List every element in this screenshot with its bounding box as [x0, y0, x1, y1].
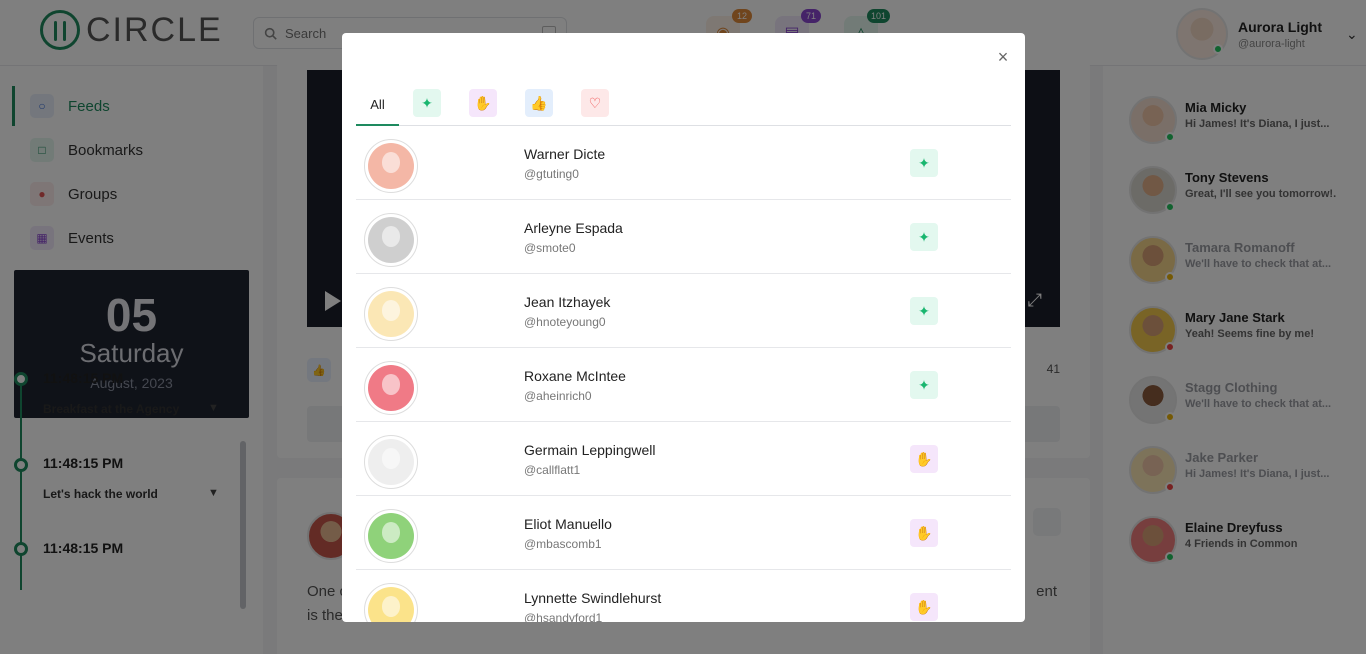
user-name: Warner Dicte: [524, 146, 606, 162]
hand-icon: ✋: [910, 519, 938, 547]
reaction-list[interactable]: Warner Dicte @gtuting0 ✦ Arleyne Espada …: [356, 126, 1011, 622]
hand-icon: ✋: [910, 445, 938, 473]
reaction-tabs: All ✦ ✋ 👍 ♡: [356, 89, 1011, 126]
user-name: Arleyne Espada: [524, 220, 623, 236]
list-item[interactable]: Eliot Manuello @mbascomb1 ✋: [356, 496, 1011, 570]
sparkle-icon: ✦: [413, 89, 441, 117]
avatar: [364, 509, 418, 563]
list-item[interactable]: Jean Itzhayek @hnoteyoung0 ✦: [356, 274, 1011, 348]
heart-icon: ♡: [581, 89, 609, 117]
user-name: Roxane McIntee: [524, 368, 626, 384]
tab-like[interactable]: 👍: [525, 89, 553, 126]
user-handle: @hnoteyoung0: [524, 315, 606, 329]
sparkle-icon: ✦: [910, 297, 938, 325]
user-handle: @mbascomb1: [524, 537, 602, 551]
user-name: Jean Itzhayek: [524, 294, 611, 310]
user-name: Germain Leppingwell: [524, 442, 656, 458]
hand-icon: ✋: [910, 593, 938, 621]
user-name: Eliot Manuello: [524, 516, 612, 532]
close-icon[interactable]: ×: [993, 47, 1013, 67]
list-item[interactable]: Lynnette Swindlehurst @hsandyford1 ✋: [356, 570, 1011, 622]
avatar: [364, 213, 418, 267]
list-item[interactable]: Warner Dicte @gtuting0 ✦: [356, 126, 1011, 200]
avatar: [364, 435, 418, 489]
sparkle-icon: ✦: [910, 149, 938, 177]
user-handle: @callflatt1: [524, 463, 581, 477]
avatar: [364, 139, 418, 193]
avatar: [364, 287, 418, 341]
list-item[interactable]: Germain Leppingwell @callflatt1 ✋: [356, 422, 1011, 496]
reactions-modal: × All ✦ ✋ 👍 ♡ Warner Dicte @gtuting0 ✦ A…: [342, 33, 1025, 622]
user-handle: @hsandyford1: [524, 611, 603, 622]
avatar: [364, 361, 418, 415]
list-item[interactable]: Roxane McIntee @aheinrich0 ✦: [356, 348, 1011, 422]
user-handle: @smote0: [524, 241, 576, 255]
tab-all[interactable]: All: [356, 89, 399, 126]
tab-love[interactable]: ♡: [581, 89, 609, 126]
thumbs-up-icon: 👍: [525, 89, 553, 117]
hand-icon: ✋: [469, 89, 497, 117]
avatar: [364, 583, 418, 622]
list-item[interactable]: Arleyne Espada @smote0 ✦: [356, 200, 1011, 274]
tab-hand[interactable]: ✋: [469, 89, 497, 126]
tab-spark[interactable]: ✦: [413, 89, 441, 126]
sparkle-icon: ✦: [910, 371, 938, 399]
user-handle: @aheinrich0: [524, 389, 592, 403]
sparkle-icon: ✦: [910, 223, 938, 251]
user-handle: @gtuting0: [524, 167, 579, 181]
user-name: Lynnette Swindlehurst: [524, 590, 662, 606]
